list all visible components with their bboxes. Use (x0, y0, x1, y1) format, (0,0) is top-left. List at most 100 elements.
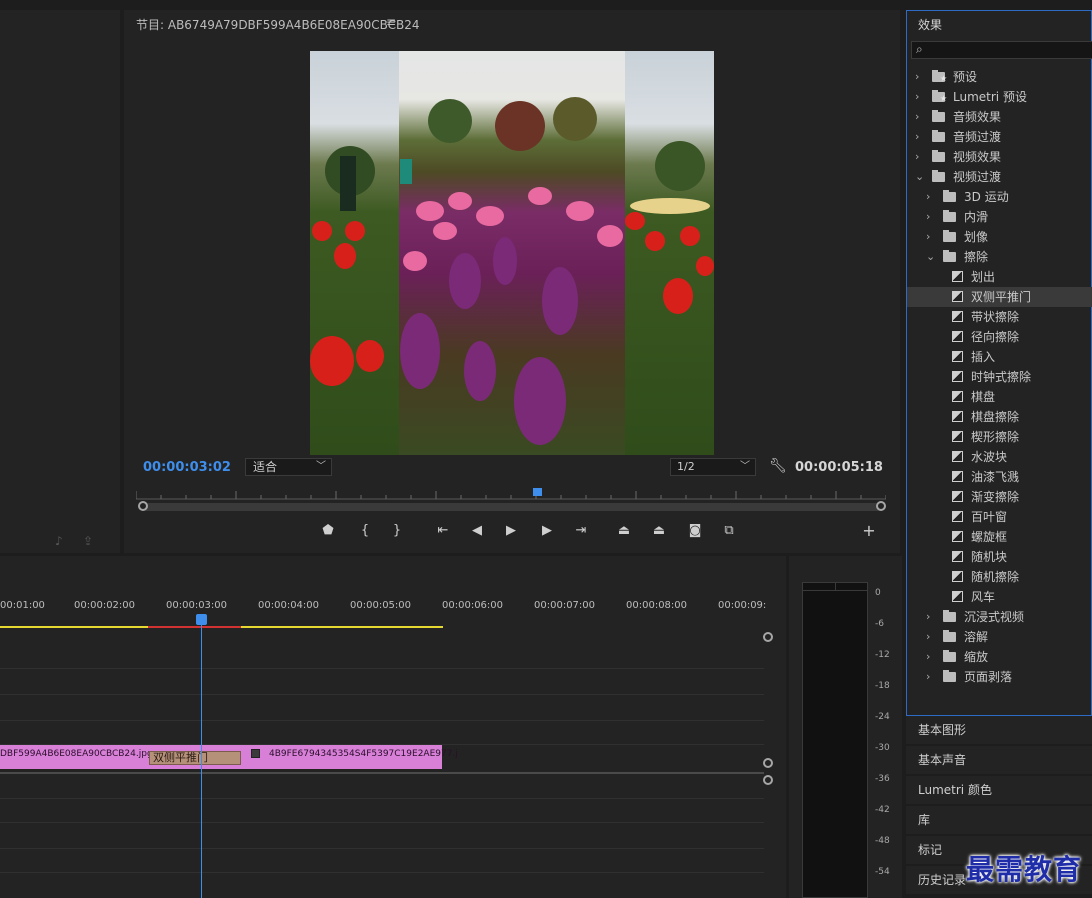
effects-tree-item[interactable]: 时钟式擦除 (907, 367, 1092, 387)
timeline-vertical-scrollbar[interactable] (763, 632, 773, 898)
monitor-time-ruler[interactable] (136, 488, 886, 500)
extract-icon[interactable]: ⏏ (648, 520, 670, 542)
chevron-down-icon[interactable]: ⌄ (915, 167, 924, 187)
program-monitor: 节目: AB6749A79DBF599A4B6E08EA90CBCB24 ≡ 0… (124, 10, 900, 553)
transition-effect-icon (952, 311, 963, 322)
play-icon[interactable]: ▶ (500, 520, 522, 542)
scroll-handle[interactable] (763, 632, 773, 642)
effects-tree-item[interactable]: › ★ 预设 (907, 67, 1092, 87)
side-panel-tab[interactable]: 基本图形 (906, 716, 1092, 744)
chevron-right-icon[interactable]: › (926, 667, 930, 687)
effects-tree-item[interactable]: 随机块 (907, 547, 1092, 567)
chevron-right-icon[interactable]: › (926, 627, 930, 647)
folder-icon (932, 170, 945, 182)
mark-out-icon[interactable]: } (386, 520, 408, 542)
chevron-right-icon[interactable]: › (926, 647, 930, 667)
folder-icon (932, 150, 945, 162)
mark-in-icon[interactable]: { (354, 520, 376, 542)
add-icon[interactable]: + (858, 520, 880, 542)
transition-block[interactable]: 双侧平推门 (149, 751, 241, 765)
effects-tree-item[interactable]: ⌄ 擦除 (907, 247, 1092, 267)
current-timecode[interactable]: 00:00:03:02 (143, 460, 231, 475)
scroll-handle[interactable] (763, 775, 773, 785)
chevron-down-icon: ﹀ (740, 461, 750, 472)
effects-tree-item[interactable]: › 视频效果 (907, 147, 1092, 167)
effects-tree-label: 沉浸式视频 (964, 610, 1025, 624)
effects-tree-item[interactable]: › 沉浸式视频 (907, 607, 1092, 627)
effects-tree-item[interactable]: 渐变擦除 (907, 487, 1092, 507)
effects-tree-item[interactable]: 带状擦除 (907, 307, 1092, 327)
chevron-down-icon[interactable]: ⌄ (926, 247, 935, 267)
effects-tree-item[interactable]: › ★ Lumetri 预设 (907, 87, 1092, 107)
audio-icon[interactable]: ♪ (55, 534, 63, 548)
export-icon[interactable]: ⇪ (83, 534, 93, 548)
effects-tree-label: 带状擦除 (971, 310, 1020, 324)
scroll-handle[interactable] (763, 758, 773, 768)
chevron-right-icon[interactable]: › (915, 147, 919, 167)
effects-tree-item[interactable]: › 溶解 (907, 627, 1092, 647)
resolution-dropdown[interactable]: 1/2 ﹀ (670, 458, 756, 476)
chevron-right-icon[interactable]: › (915, 87, 919, 107)
effects-tree-item[interactable]: › 缩放 (907, 647, 1092, 667)
timeline-tick-label: 00:00:04:00 (258, 600, 320, 611)
transition-effect-icon (952, 571, 963, 582)
effects-tree-label: 百叶窗 (971, 510, 1008, 524)
scrollbar-start-handle[interactable] (138, 501, 148, 511)
effects-tree-item[interactable]: 油漆飞溅 (907, 467, 1092, 487)
side-panel-tab[interactable]: 基本声音 (906, 746, 1092, 774)
step-back-icon[interactable]: ◀ (466, 520, 488, 542)
folder-icon (943, 230, 956, 242)
db-label: -12 (875, 650, 890, 660)
camera-icon[interactable]: ◙ (684, 520, 706, 542)
effects-tree-item[interactable]: › 划像 (907, 227, 1092, 247)
add-marker-icon[interactable]: ⬟ (317, 520, 339, 542)
effects-tree-item[interactable]: 棋盘擦除 (907, 407, 1092, 427)
timeline-ruler[interactable]: 00:01:00 00:00:02:00 00:00:03:00 00:00:04:0… (0, 600, 786, 620)
effects-tree-item[interactable]: 百叶窗 (907, 507, 1092, 527)
side-panel-tab[interactable]: 库 (906, 806, 1092, 834)
effects-tree-item[interactable]: › 音频效果 (907, 107, 1092, 127)
effects-tree-item[interactable]: 螺旋框 (907, 527, 1092, 547)
panel-menu-icon[interactable]: ≡ (386, 15, 396, 29)
effects-tree-item[interactable]: › 内滑 (907, 207, 1092, 227)
fit-dropdown[interactable]: 适合 ﹀ (245, 458, 332, 476)
effects-tree-item[interactable]: › 3D 运动 (907, 187, 1092, 207)
effects-panel-title[interactable]: 效果 (918, 16, 942, 33)
chevron-right-icon[interactable]: › (926, 227, 930, 247)
effects-tree-label: 预设 (953, 70, 978, 84)
effects-tree-label: 擦除 (964, 250, 989, 264)
zoom-scrollbar[interactable] (138, 501, 886, 511)
side-panel-tab[interactable]: Lumetri 颜色 (906, 776, 1092, 804)
effects-tree-item[interactable]: 风车 (907, 587, 1092, 607)
go-to-out-icon[interactable]: ⇥ (570, 520, 592, 542)
monitor-playhead[interactable] (533, 488, 542, 496)
scrollbar-end-handle[interactable] (876, 501, 886, 511)
effects-tree-item[interactable]: 水波块 (907, 447, 1092, 467)
step-forward-icon[interactable]: ▶ (536, 520, 558, 542)
chevron-right-icon[interactable]: › (926, 187, 930, 207)
effects-tree-item[interactable]: 棋盘 (907, 387, 1092, 407)
effects-tree-item[interactable]: 楔形擦除 (907, 427, 1092, 447)
chevron-right-icon[interactable]: › (915, 127, 919, 147)
effects-tree-item[interactable]: 随机擦除 (907, 567, 1092, 587)
effects-tree-item[interactable]: › 音频过渡 (907, 127, 1092, 147)
go-to-in-icon[interactable]: ⇤ (432, 520, 454, 542)
lift-icon[interactable]: ⏏ (613, 520, 635, 542)
compare-view-icon[interactable]: ⧉ (718, 520, 740, 542)
effects-tree-label: 螺旋框 (971, 530, 1008, 544)
effects-tree-item[interactable]: 径向擦除 (907, 327, 1092, 347)
effects-tree-item[interactable]: 双侧平推门 (907, 287, 1092, 307)
track-divider (0, 822, 764, 823)
effects-tree-item[interactable]: ⌄ 视频过渡 (907, 167, 1092, 187)
effects-tree-item[interactable]: 划出 (907, 267, 1092, 287)
effects-tree-item[interactable]: › 页面剥落 (907, 667, 1092, 687)
chevron-right-icon[interactable]: › (926, 607, 930, 627)
wrench-icon[interactable]: 🔧︎ (769, 458, 787, 474)
effects-tree-item[interactable]: 插入 (907, 347, 1092, 367)
effects-search-input[interactable]: ⌕ (911, 41, 1092, 59)
chevron-right-icon[interactable]: › (915, 107, 919, 127)
db-label: -54 (875, 867, 890, 877)
video-audio-divider[interactable] (0, 772, 764, 774)
chevron-right-icon[interactable]: › (926, 207, 930, 227)
chevron-right-icon[interactable]: › (915, 67, 919, 87)
